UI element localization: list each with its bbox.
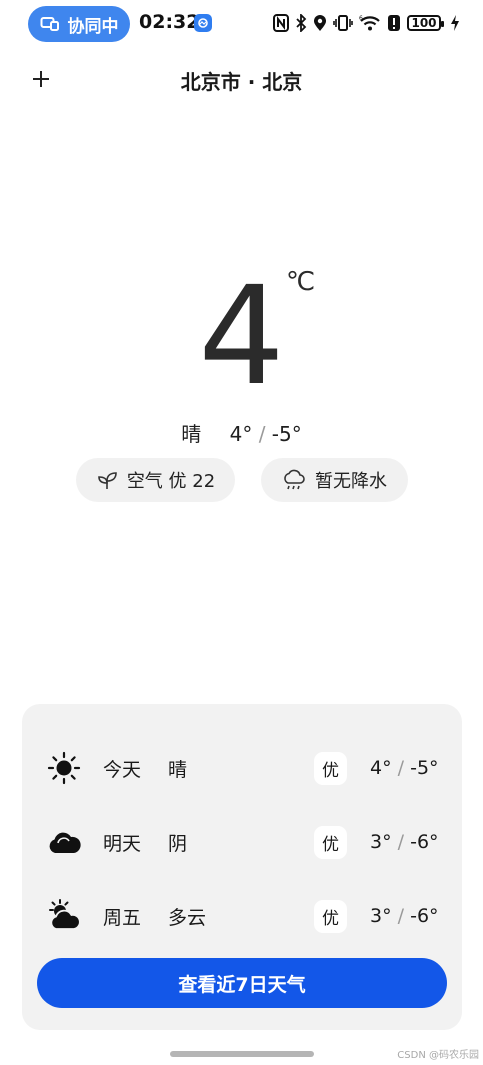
sun-icon [46,750,82,786]
city-title[interactable]: 北京市 · 北京 [0,66,483,95]
watermark: CSDN @码农乐园 [397,1050,479,1061]
precipitation-chip[interactable]: 暂无降水 [261,458,408,502]
forecast-low: -5° [410,757,439,779]
collab-status-pill[interactable]: 协同中 [28,6,130,42]
nfc-icon [273,14,289,32]
forecast-high: 3° [370,905,392,927]
weather-screen: 协同中 02:32 6 100 北京市 · 北京 4 ℃ 晴 4° / -5° … [0,0,483,1065]
forecast-condition: 阴 [168,832,188,855]
partly-cloudy-icon [46,898,82,934]
leaf-icon [96,469,118,491]
forecast-aqi-badge: 优 [314,751,347,785]
forecast-day: 周五 [103,906,142,929]
air-quality-chip[interactable]: 空气 优 22 [76,458,235,502]
charging-icon [451,15,459,31]
temp-separator: / [397,831,405,853]
forecast-low: -6° [410,905,439,927]
forecast-day: 明天 [103,832,142,855]
cloud-icon [46,824,82,860]
forecast-aqi-badge: 优 [314,825,347,859]
forecast-condition: 晴 [168,758,188,781]
current-temperature: 4 [198,258,285,416]
vibrate-icon [333,14,353,32]
forecast-high: 4° [370,757,392,779]
status-time: 02:32 [139,11,200,33]
today-summary: 晴 4° / -5° [0,418,483,447]
temp-separator: / [397,757,405,779]
collab-label: 协同中 [67,16,119,37]
rain-cloud-icon [282,469,306,491]
forecast-aqi-badge: 优 [314,899,347,933]
forecast-low: -6° [410,831,439,853]
app-notification-icon [194,14,212,32]
device-collab-icon [40,16,60,32]
forecast-row-today[interactable]: 今天 晴 优 4° / -5° [22,748,462,788]
forecast-card: 今天 晴 优 4° / -5° 明天 阴 优 3° / -6° 周五 多云 优 … [22,704,462,1030]
forecast-day: 今天 [103,758,142,781]
wifi-icon: 6 [359,14,381,32]
temperature-unit: ℃ [286,267,316,297]
svg-text:6: 6 [359,15,363,22]
battery-icon: 100 [407,15,444,31]
seven-day-forecast-button[interactable]: 查看近7日天气 [37,958,447,1008]
air-quality-text: 空气 优 22 [126,471,216,492]
forecast-temp-range: 3° / -6° [370,831,439,853]
forecast-temp-range: 4° / -5° [370,757,439,779]
forecast-row-friday[interactable]: 周五 多云 优 3° / -6° [22,896,462,936]
battery-level: 100 [411,16,437,30]
location-icon [313,14,327,32]
current-low: -5° [271,422,302,446]
forecast-row-tomorrow[interactable]: 明天 阴 优 3° / -6° [22,822,462,862]
precipitation-text: 暂无降水 [315,471,387,492]
bluetooth-icon [295,14,307,32]
alert-icon [387,14,401,32]
current-condition: 晴 [181,422,202,446]
home-indicator[interactable] [170,1051,314,1057]
status-icons: 6 100 [273,12,459,34]
forecast-temp-range: 3° / -6° [370,905,439,927]
temp-separator: / [397,905,405,927]
forecast-high: 3° [370,831,392,853]
current-high: 4° [229,422,253,446]
forecast-condition: 多云 [168,906,207,929]
temp-separator: / [258,422,266,446]
